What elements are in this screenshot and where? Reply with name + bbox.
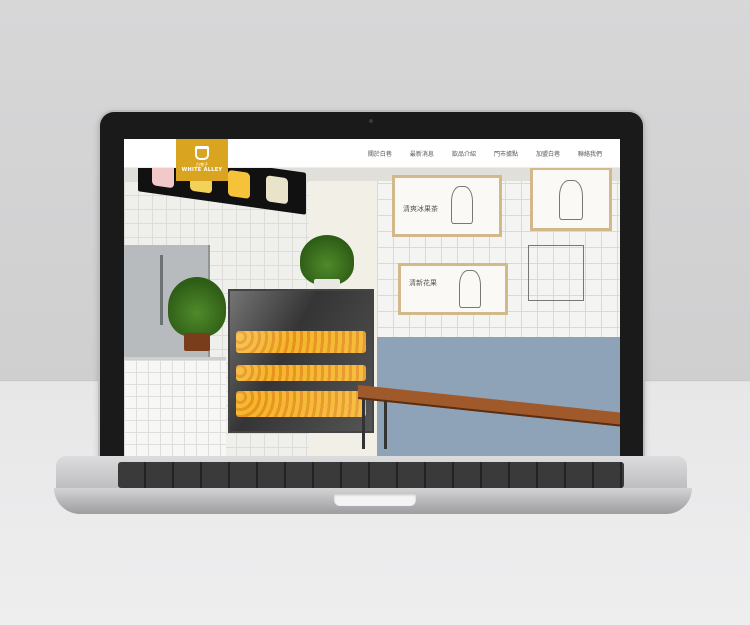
nav-item-about[interactable]: 關於白巷	[368, 149, 392, 158]
fruit-display-case	[228, 289, 374, 433]
bench-leg	[362, 399, 365, 449]
frame-caption: 清新花果	[409, 279, 437, 287]
site-header: 白巷子 WHITE ALLEY 關於白巷 最新消息 飲品介紹 門市據點 加盟白巷…	[124, 139, 620, 181]
webcam-icon	[369, 119, 373, 123]
bamboo-plant-left	[168, 277, 226, 337]
plant-pot-left	[184, 333, 210, 351]
nav-item-stores[interactable]: 門市據點	[494, 149, 518, 158]
frame-caption: 清爽冰果茶	[403, 205, 438, 213]
empty-wire-frame	[528, 245, 584, 301]
nav-item-contact[interactable]: 聯絡我們	[578, 149, 602, 158]
nav-item-news[interactable]: 最新消息	[410, 149, 434, 158]
nav-item-franchise[interactable]: 加盟白巷	[536, 149, 560, 158]
display-glass	[230, 291, 372, 431]
main-navigation: 關於白巷 最新消息 飲品介紹 門市據點 加盟白巷 聯絡我們	[368, 139, 602, 167]
keyboard	[118, 462, 624, 488]
hero-photo: 清爽冰果茶 清新花果	[124, 167, 620, 460]
cup-icon	[195, 146, 209, 160]
trackpad-notch	[334, 494, 416, 506]
drink-sketch	[459, 270, 481, 308]
bamboo-plant-right	[300, 235, 354, 285]
plant-pot-right	[314, 279, 340, 289]
brand-logo[interactable]: 白巷子 WHITE ALLEY	[176, 139, 228, 181]
service-counter	[124, 357, 226, 460]
wall-art-frame-1: 清爽冰果茶	[392, 175, 502, 237]
brand-name: WHITE ALLEY	[181, 167, 223, 173]
nav-item-drinks[interactable]: 飲品介紹	[452, 149, 476, 158]
bench-leg	[384, 401, 387, 449]
drink-sketch	[559, 180, 583, 220]
wall-art-frame-2	[530, 167, 612, 231]
laptop-lid: 白巷子 WHITE ALLEY 關於白巷 最新消息 飲品介紹 門市據點 加盟白巷…	[100, 112, 643, 477]
wall-art-frame-3: 清新花果	[398, 263, 508, 315]
drink-sketch	[451, 186, 473, 224]
laptop-screen: 白巷子 WHITE ALLEY 關於白巷 最新消息 飲品介紹 門市據點 加盟白巷…	[124, 139, 620, 460]
